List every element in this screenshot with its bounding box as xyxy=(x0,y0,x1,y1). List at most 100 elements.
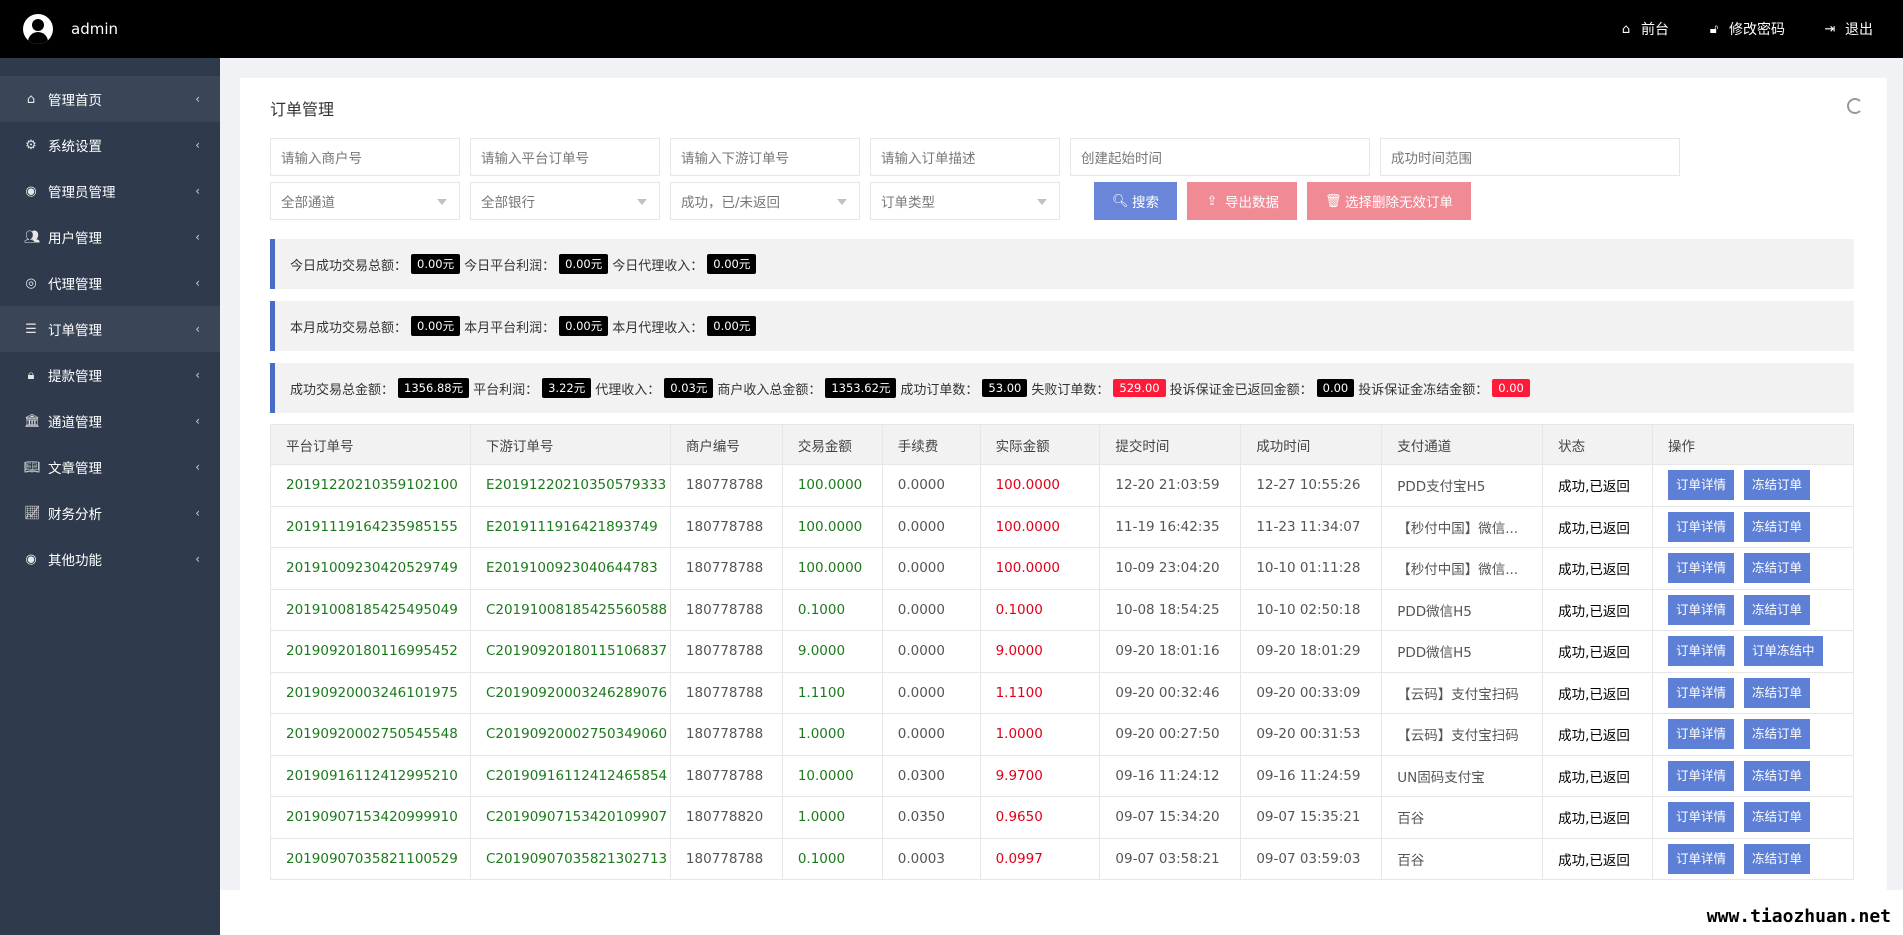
search-button[interactable]: 🔍︎ 搜索 xyxy=(1094,182,1177,220)
cell-success: 09-20 00:31:53 xyxy=(1240,713,1383,756)
export-icon: ⇪ xyxy=(1206,193,1218,209)
cell-mid: 180778788 xyxy=(669,547,783,590)
summary-total: 成功交易总金额： 1356.88元 平台利润： 3.22元 代理收入： 0.03元 商… xyxy=(270,363,1854,413)
sidebar-item-agent-management[interactable]: ◎ 代理管理 ‹ xyxy=(0,260,220,306)
cell-actions: 订单详情 冻结订单 xyxy=(1652,713,1854,756)
cell-did: C20190907153420109907 xyxy=(469,796,671,839)
freeze-order-button[interactable]: 冻结订单 xyxy=(1744,760,1811,791)
user-circle-icon: ◉ xyxy=(25,183,37,199)
cell-success: 12-27 10:55:26 xyxy=(1240,464,1383,507)
sidebar-item-home[interactable]: ⌂ 管理首页 ‹ xyxy=(0,76,220,122)
top-links: ⌂ 前台 🔓︎ 修改密码 ⇥ 退出 xyxy=(1619,19,1873,39)
sidebar-item-user-management[interactable]: 👥︎ 用户管理 ‹ xyxy=(0,214,220,260)
sidebar-item-other-functions[interactable]: ◉ 其他功能 ‹ xyxy=(0,536,220,582)
order-type-select[interactable]: 订单类型 xyxy=(870,182,1060,220)
logout-icon: ⇥ xyxy=(1824,21,1836,37)
cell-fee: 0.0000 xyxy=(881,547,981,590)
freeze-order-button[interactable]: 冻结订单 xyxy=(1744,677,1811,708)
logout-link[interactable]: ⇥ 退出 xyxy=(1823,19,1873,39)
export-button[interactable]: ⇪ 导出数据 xyxy=(1187,182,1297,220)
merchant-input[interactable]: 请输入商户号 xyxy=(270,138,460,176)
freeze-order-button[interactable]: 冻结订单 xyxy=(1744,594,1811,625)
cell-actions: 订单详情 冻结订单 xyxy=(1652,837,1854,880)
order-detail-button[interactable]: 订单详情 xyxy=(1668,470,1735,501)
cell-success: 09-07 15:35:21 xyxy=(1240,796,1383,839)
freeze-order-button[interactable]: 冻结订单 xyxy=(1744,470,1811,501)
create-time-input[interactable]: 创建起始时间 xyxy=(1070,138,1370,176)
cell-did: E20191220210350579333 xyxy=(469,464,671,507)
order-detail-button[interactable]: 订单详情 xyxy=(1668,802,1735,833)
frontend-link[interactable]: ⌂ 前台 xyxy=(1619,19,1669,39)
cell-did: C20190920002750349060 xyxy=(469,713,671,756)
chevron-left-icon: ‹ xyxy=(195,368,200,382)
summary-today: 今日成功交易总额： 0.00元 今日平台利润： 0.00元 今日代理收入： 0.00元 xyxy=(270,239,1854,289)
bank-select[interactable]: 全部银行 xyxy=(470,182,660,220)
order-detail-button[interactable]: 订单详情 xyxy=(1668,511,1735,542)
freeze-order-button[interactable]: 冻结订单 xyxy=(1744,843,1811,874)
cell-channel: 百谷 xyxy=(1381,837,1544,880)
freeze-order-button[interactable]: 冻结订单 xyxy=(1744,802,1811,833)
freeze-order-button[interactable]: 订单冻结中 xyxy=(1744,636,1823,667)
sidebar-item-admin-management[interactable]: ◉ 管理员管理 ‹ xyxy=(0,168,220,214)
platform-order-input[interactable]: 请输入平台订单号 xyxy=(470,138,660,176)
col-fee: 手续费 xyxy=(881,424,981,465)
cell-actions: 订单详情 冻结订单 xyxy=(1652,588,1854,631)
freeze-order-button[interactable]: 冻结订单 xyxy=(1744,553,1811,584)
cell-mid: 180778788 xyxy=(669,464,783,507)
order-detail-button[interactable]: 订单详情 xyxy=(1668,843,1735,874)
sidebar-item-system-settings[interactable]: ⚙ 系统设置 ‹ xyxy=(0,122,220,168)
lock-icon: 🔒︎ xyxy=(27,367,35,383)
sidebar-item-article-management[interactable]: 📖︎ 文章管理 ‹ xyxy=(0,444,220,490)
chevron-left-icon: ‹ xyxy=(195,230,200,244)
cell-pid: 20191119164235985155 xyxy=(270,505,471,548)
cell-mid: 180778788 xyxy=(669,588,783,631)
freeze-order-button[interactable]: 冻结订单 xyxy=(1744,719,1811,750)
table-row: 20190920003246101975 C2019092000324628907… xyxy=(270,671,1854,714)
cell-fee: 0.0000 xyxy=(881,630,981,673)
order-detail-button[interactable]: 订单详情 xyxy=(1668,636,1735,667)
col-merchant-id: 商户编号 xyxy=(669,424,783,465)
cell-real: 0.0997 xyxy=(979,837,1101,880)
refresh-icon[interactable] xyxy=(1847,98,1863,114)
order-detail-button[interactable]: 订单详情 xyxy=(1668,677,1735,708)
col-submit-time: 提交时间 xyxy=(1099,424,1242,465)
col-amount: 交易金额 xyxy=(781,424,883,465)
cell-submit: 10-08 18:54:25 xyxy=(1099,588,1242,631)
order-desc-input[interactable]: 请输入订单描述 xyxy=(870,138,1060,176)
chevron-left-icon: ‹ xyxy=(195,460,200,474)
channel-select[interactable]: 全部通道 xyxy=(270,182,460,220)
status-select[interactable]: 成功，已/未返回 xyxy=(670,182,860,220)
username: admin xyxy=(71,20,118,38)
sidebar-item-financial-analysis[interactable]: 📈︎ 财务分析 ‹ xyxy=(0,490,220,536)
cell-amt: 100.0000 xyxy=(781,505,883,548)
cell-channel: PDD支付宝H5 xyxy=(1381,464,1544,507)
order-detail-button[interactable]: 订单详情 xyxy=(1668,760,1735,791)
sidebar-item-order-management[interactable]: ☰ 订单管理 ‹ xyxy=(0,306,220,352)
col-success-time: 成功时间 xyxy=(1240,424,1383,465)
cell-status: 成功,已返回 xyxy=(1542,588,1653,631)
cell-status: 成功,已返回 xyxy=(1542,796,1653,839)
sidebar: ⌂ 管理首页 ‹ ⚙ 系统设置 ‹ ◉ 管理员管理 ‹ 👥︎ 用户管理 ‹ ◎ 代理管理 ‹ ☰ 订单… xyxy=(0,58,220,935)
cell-amt: 9.0000 xyxy=(781,630,883,673)
order-detail-button[interactable]: 订单详情 xyxy=(1668,553,1735,584)
content-panel: 订单管理 请输入商户号 请输入平台订单号 请输入下游订单号 请输入订单描述 创建… xyxy=(240,78,1887,890)
sidebar-item-withdrawal-management[interactable]: 🔒︎ 提款管理 ‹ xyxy=(0,352,220,398)
cell-real: 0.1000 xyxy=(979,588,1101,631)
downstream-order-input[interactable]: 请输入下游订单号 xyxy=(670,138,860,176)
cell-real: 9.9700 xyxy=(979,754,1101,797)
bottom-strip xyxy=(220,890,1903,935)
avatar[interactable] xyxy=(23,14,53,44)
order-detail-button[interactable]: 订单详情 xyxy=(1668,719,1735,750)
success-time-input[interactable]: 成功时间范围 xyxy=(1380,138,1680,176)
freeze-order-button[interactable]: 冻结订单 xyxy=(1744,511,1811,542)
cell-status: 成功,已返回 xyxy=(1542,837,1653,880)
sidebar-item-channel-management[interactable]: 🏛︎ 通道管理 ‹ xyxy=(0,398,220,444)
cell-did: E2019100923040644783 xyxy=(469,547,671,590)
cell-actions: 订单详情 冻结订单 xyxy=(1652,796,1854,839)
delete-invalid-button[interactable]: 🗑︎ 选择删除无效订单 xyxy=(1307,182,1471,220)
order-detail-button[interactable]: 订单详情 xyxy=(1668,594,1735,625)
cell-status: 成功,已返回 xyxy=(1542,754,1653,797)
col-platform-order: 平台订单号 xyxy=(270,424,471,465)
change-password-link[interactable]: 🔓︎ 修改密码 xyxy=(1707,19,1785,39)
cell-pid: 20190907035821100529 xyxy=(270,837,471,880)
